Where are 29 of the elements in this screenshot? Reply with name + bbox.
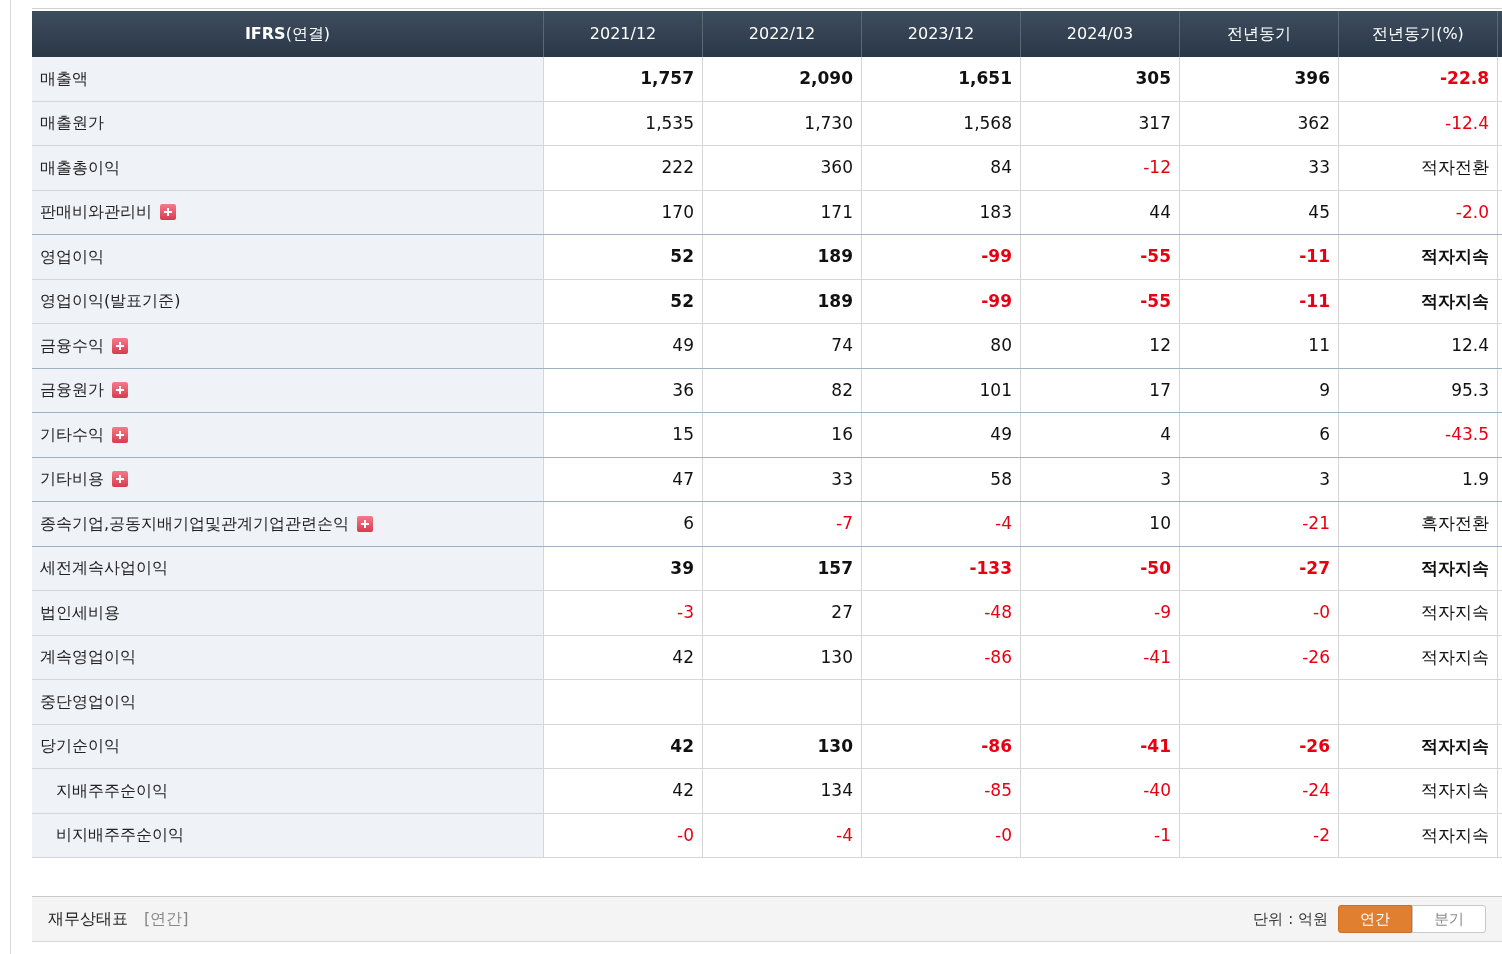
row-label: 매출액 <box>40 67 88 90</box>
period-label: [연간] <box>144 908 189 930</box>
row-label: 비지배주주순이익 <box>56 824 184 847</box>
row-label: 기타수익 <box>40 423 104 446</box>
row-label: 영업이익 <box>40 245 104 268</box>
expand-plus-icon[interactable] <box>112 337 128 354</box>
row-label: 영업이익(발표기준) <box>40 290 181 313</box>
expand-plus-icon[interactable] <box>112 382 128 399</box>
row-label: 매출원가 <box>40 112 104 135</box>
row-label: 지배주주순이익 <box>56 779 168 802</box>
unit-label: 단위 : 억원 <box>1253 908 1328 930</box>
row-label: 세전계속사업이익 <box>40 557 168 580</box>
period-toggle[interactable]: 연간 <box>1338 905 1412 933</box>
row-label: 법인세비용 <box>40 601 120 624</box>
row-label: 금융원가 <box>40 379 104 402</box>
expand-plus-icon[interactable] <box>112 471 128 488</box>
row-label: 판매비와관리비 <box>40 201 152 224</box>
period-toggle[interactable]: 분기 <box>1412 905 1486 933</box>
expand-plus-icon[interactable] <box>357 515 374 532</box>
row-label: 매출총이익 <box>40 156 120 179</box>
row-label: 금융수익 <box>40 334 104 357</box>
row-label: 기타비용 <box>40 468 104 491</box>
expand-plus-icon[interactable] <box>112 426 128 443</box>
row-label: 종속기업,공동지배기업및관계기업관련손익 <box>40 512 350 535</box>
row-label: 중단영업이익 <box>40 690 136 713</box>
section-title: 재무상태표 <box>48 908 128 930</box>
row-label: 당기순이익 <box>40 735 120 758</box>
row-label: 계속영업이익 <box>40 646 136 669</box>
expand-plus-icon[interactable] <box>160 204 176 221</box>
